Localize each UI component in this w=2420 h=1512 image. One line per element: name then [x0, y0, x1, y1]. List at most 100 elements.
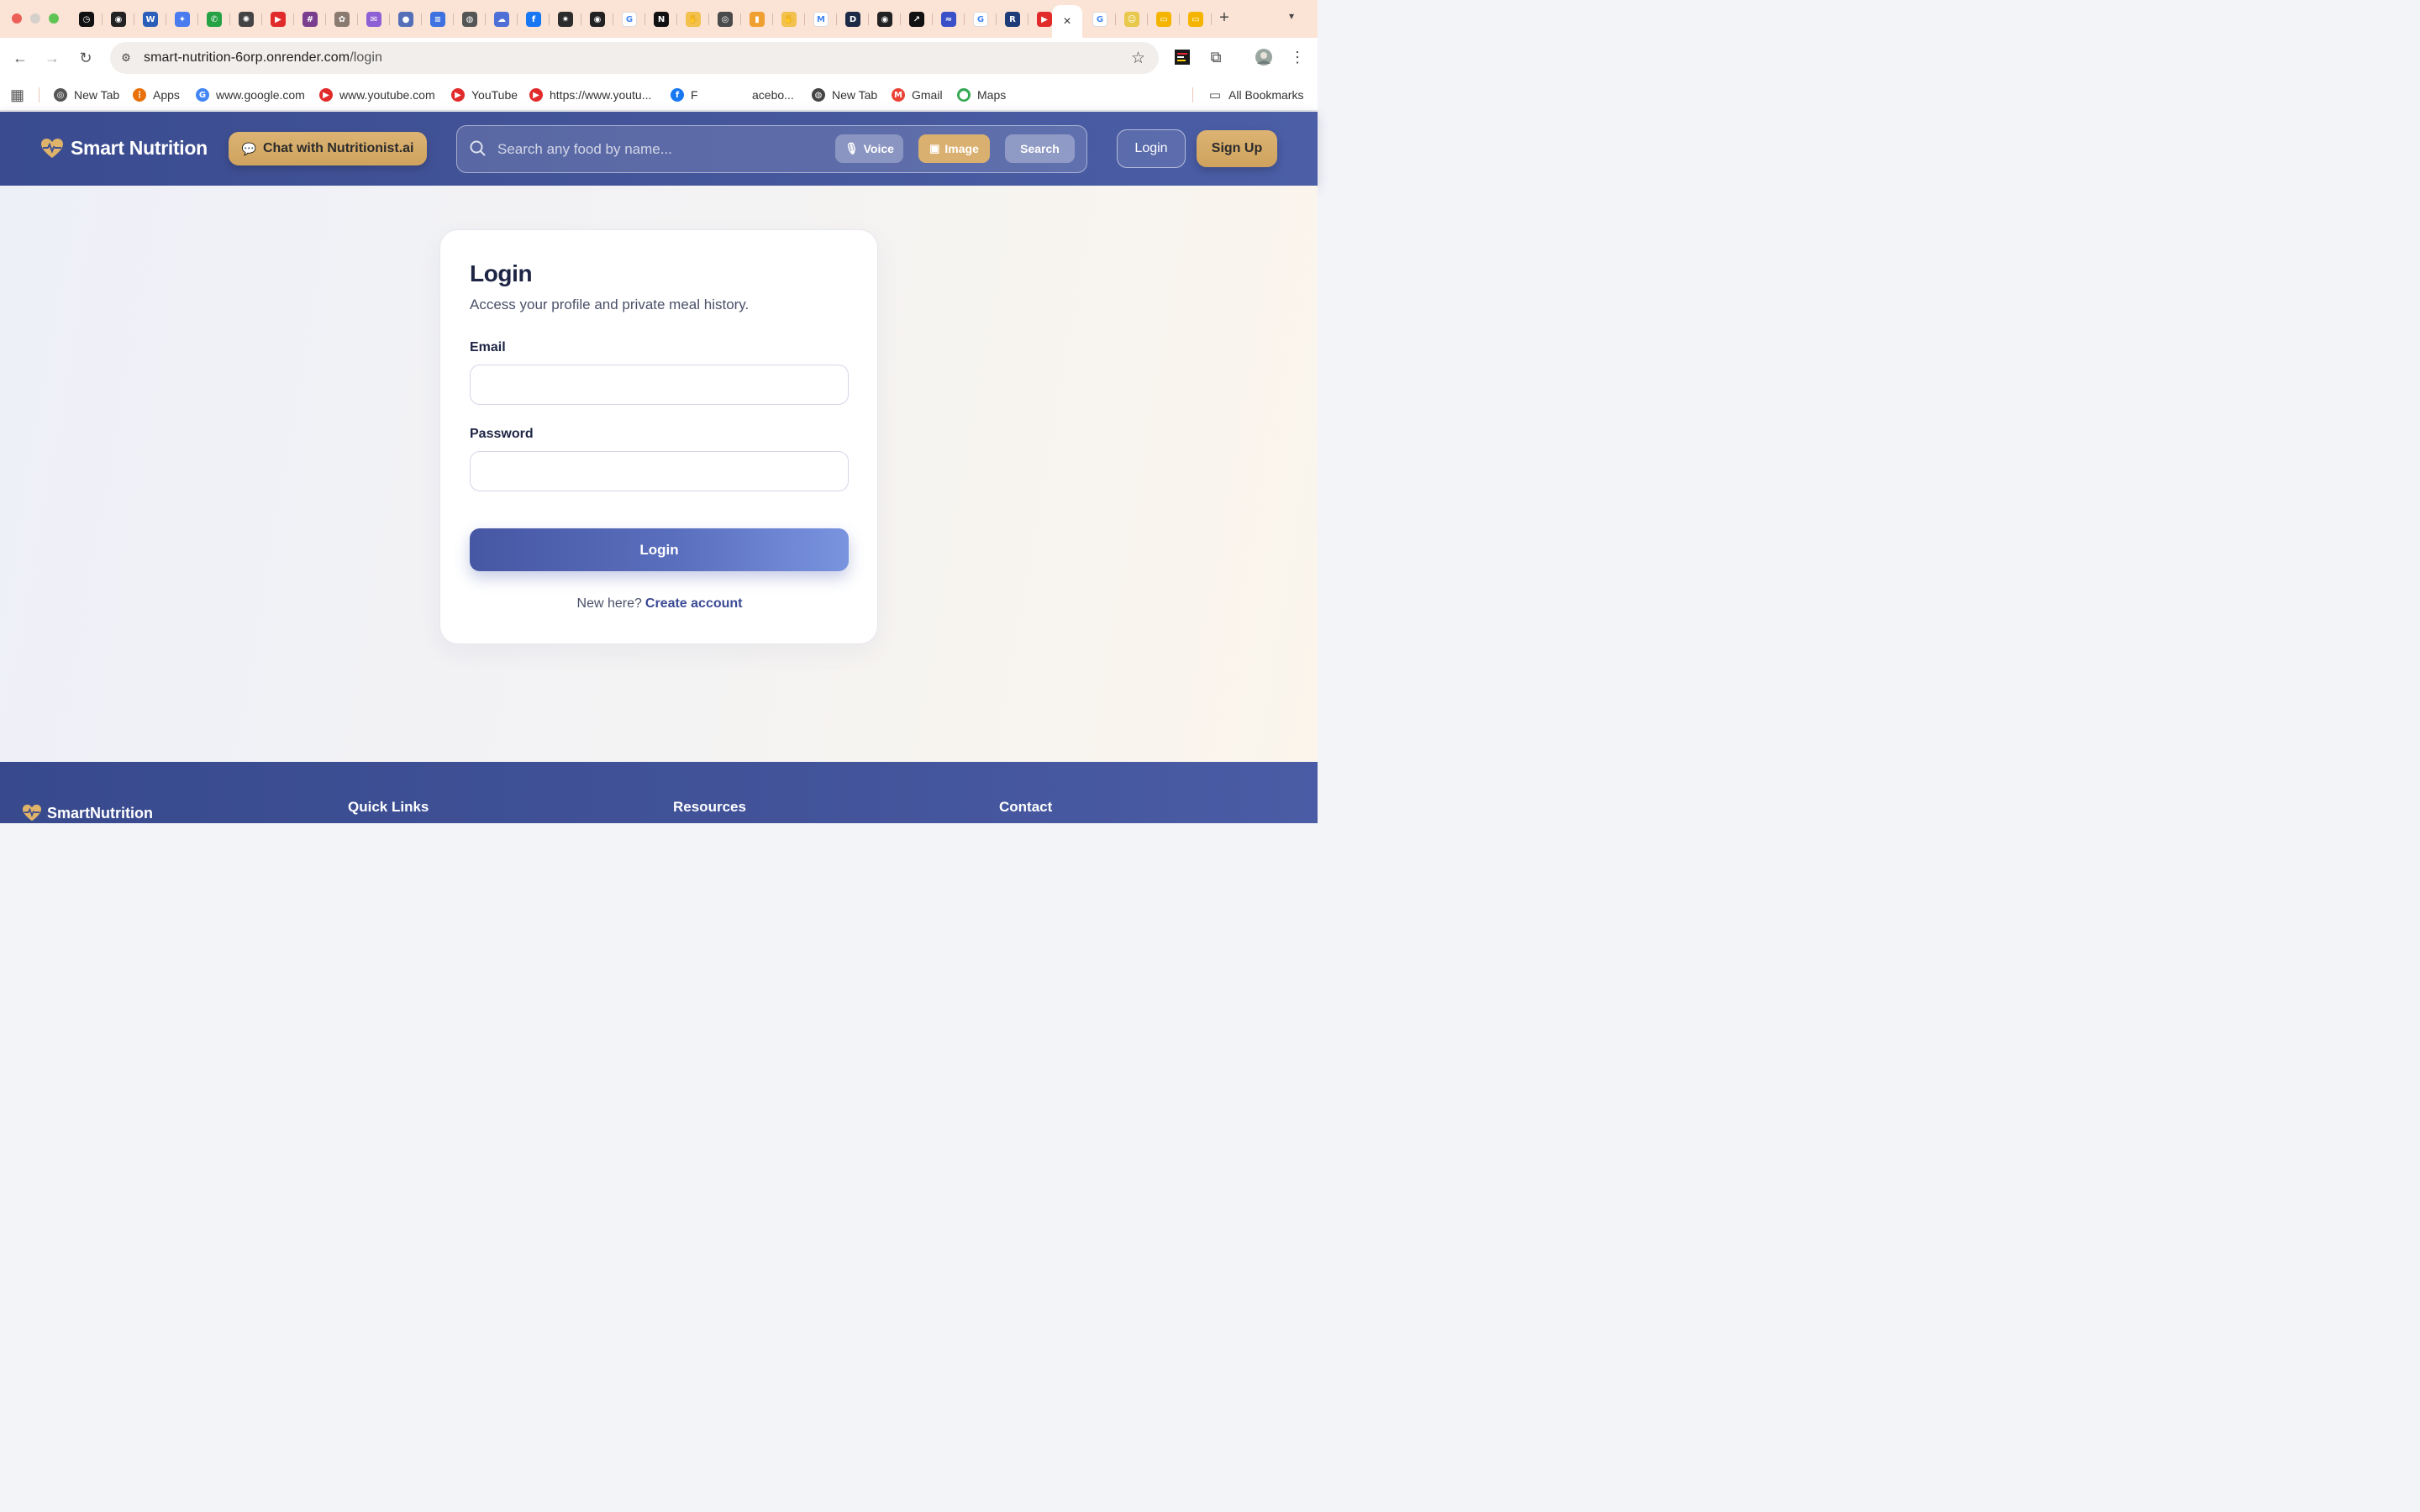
chat-nutritionist-button[interactable]: 💬 Chat with Nutritionist.ai [229, 132, 427, 165]
whatsapp-icon: ✆ [207, 12, 222, 27]
apps-grid-icon[interactable]: ▦ [10, 87, 24, 103]
profile-avatar[interactable] [1255, 48, 1273, 66]
back-button[interactable]: ← [10, 48, 30, 68]
active-tab[interactable]: × [1052, 5, 1082, 38]
zoom-window-button[interactable] [49, 13, 59, 24]
browser-tab[interactable]: ✋ [773, 7, 805, 32]
browser-tab[interactable]: G [613, 7, 645, 32]
url-text[interactable]: smart-nutrition-6orp.onrender.com/login [144, 50, 382, 66]
bookmark-item[interactable]: ▶ YouTube [451, 87, 518, 102]
browser-tab[interactable]: ≈ [933, 7, 965, 32]
reload-button[interactable]: ↻ [76, 48, 96, 68]
close-tab-icon[interactable]: × [1063, 14, 1071, 29]
minimize-window-button[interactable] [30, 13, 40, 24]
github-icon: ◉ [590, 12, 605, 27]
food-search-input[interactable] [497, 136, 825, 163]
mail-icon: ✉ [366, 12, 381, 27]
bookmark-item[interactable]: ⬤ Maps [957, 87, 1006, 102]
browser-tab[interactable]: ▮ [741, 7, 773, 32]
browser-tab[interactable]: ✦ [166, 7, 198, 32]
footer-brand[interactable]: SmartNutrition [22, 804, 153, 822]
new-tab-button[interactable]: + [1215, 8, 1234, 27]
arrow-box-icon: ↗ [909, 12, 924, 27]
browser-tab[interactable]: ◉ [581, 7, 613, 32]
browser-tab[interactable]: ↗ [901, 7, 933, 32]
extension-icon[interactable] [1173, 48, 1192, 66]
footer-brand-name: SmartNutrition [47, 804, 153, 822]
spark-icon: ✷ [558, 12, 573, 27]
chrome-icon: ◎ [718, 12, 733, 27]
header-login-button[interactable]: Login [1117, 129, 1186, 168]
close-window-button[interactable] [12, 13, 22, 24]
brand-logo[interactable]: Smart Nutrition [40, 137, 208, 160]
browser-tab[interactable]: ◎ [709, 7, 741, 32]
heart-pulse-icon [41, 138, 63, 158]
login-subtitle: Access your profile and private meal his… [470, 297, 750, 312]
bookmark-item[interactable]: ◍ New Tab [812, 87, 877, 102]
header-signup-button[interactable]: Sign Up [1197, 130, 1277, 167]
browser-tab[interactable]: ◉ [103, 7, 134, 32]
new-here-text: New here? [576, 596, 642, 611]
browser-tab[interactable]: f [518, 7, 550, 32]
bookmark-item[interactable]: Gwww.google.com [196, 87, 305, 102]
login-title: Login [470, 260, 533, 286]
bookmark-item[interactable]: ◎ New Tab [54, 87, 119, 102]
browser-tab[interactable]: ✉ [358, 7, 390, 32]
chat-bubble-icon: 💬 [241, 141, 256, 155]
search-button[interactable]: Search [1005, 134, 1075, 163]
browser-tab[interactable]: D [837, 7, 869, 32]
browser-tab[interactable]: ▭ [1180, 7, 1212, 32]
voice-search-button[interactable]: 🎙 Voice [835, 134, 903, 163]
forward-button[interactable]: → [42, 48, 62, 68]
browser-tab[interactable]: ✺ [230, 7, 262, 32]
address-bar[interactable]: ⚙ smart-nutrition-6orp.onrender.com/logi… [110, 42, 1159, 74]
browser-tab[interactable]: G [965, 7, 997, 32]
browser-tab[interactable]: ● [390, 7, 422, 32]
bookmark-item[interactable]: ▶ www.youtube.com [319, 87, 435, 102]
bookmark-item[interactable]: fF [671, 87, 698, 102]
image-search-button[interactable]: ▣ Image [918, 134, 990, 163]
bookmark-item[interactable]: ▶ https://www.youtu... [529, 87, 651, 102]
browser-tab[interactable]: R [997, 7, 1028, 32]
email-field[interactable] [470, 365, 849, 405]
browser-tab[interactable]: ☺ [1116, 7, 1148, 32]
extensions-puzzle-icon[interactable]: ⧉ [1207, 48, 1225, 66]
browser-tab[interactable]: # [294, 7, 326, 32]
bookmark-item[interactable]: acebo... [752, 87, 794, 102]
browser-tab[interactable]: ◍ [454, 7, 486, 32]
create-account-link[interactable]: Create account [645, 596, 743, 611]
brain-icon: ✿ [334, 12, 350, 27]
browser-tab[interactable]: ◉ [869, 7, 901, 32]
bookmark-divider [1192, 87, 1193, 102]
bookmark-label: www.youtube.com [339, 88, 435, 102]
browser-tab[interactable]: ▶ [262, 7, 294, 32]
login-submit-button[interactable]: Login [470, 528, 849, 571]
tab-list-after: G ☺ ▭ ▭ [1084, 7, 1212, 32]
browser-tab[interactable]: ◷ [71, 7, 103, 32]
gmail-icon: M [813, 12, 829, 27]
browser-tab[interactable]: ✆ [198, 7, 230, 32]
clock-icon: ◷ [79, 12, 94, 27]
image-label: Image [944, 142, 979, 155]
tab-search-chevron-icon[interactable]: ▾ [1289, 10, 1294, 22]
browser-menu-icon[interactable]: ⋮ [1288, 48, 1307, 66]
password-field[interactable] [470, 451, 849, 491]
browser-tab[interactable]: ✋ [677, 7, 709, 32]
browser-tab[interactable]: N [645, 7, 677, 32]
browser-tab[interactable]: ▭ [1148, 7, 1180, 32]
bookmark-item[interactable]: M Gmail [892, 87, 943, 102]
browser-tab[interactable]: G [1084, 7, 1116, 32]
site-settings-icon[interactable]: ⚙ [118, 50, 134, 66]
image-icon: ▣ [929, 142, 940, 155]
browser-tab[interactable]: ☁ [486, 7, 518, 32]
notion-icon: N [654, 12, 669, 27]
all-bookmarks[interactable]: ▭ All Bookmarks [1208, 87, 1304, 102]
footer-resources-heading: Resources [673, 799, 746, 815]
bookmark-star-icon[interactable]: ☆ [1131, 49, 1145, 68]
browser-tab[interactable]: ✿ [326, 7, 358, 32]
browser-tab[interactable]: ✷ [550, 7, 581, 32]
browser-tab[interactable]: M [805, 7, 837, 32]
bookmark-item[interactable]: ⋮ Apps [133, 87, 180, 102]
browser-tab[interactable]: ≡ [422, 7, 454, 32]
browser-tab[interactable]: W [134, 7, 166, 32]
